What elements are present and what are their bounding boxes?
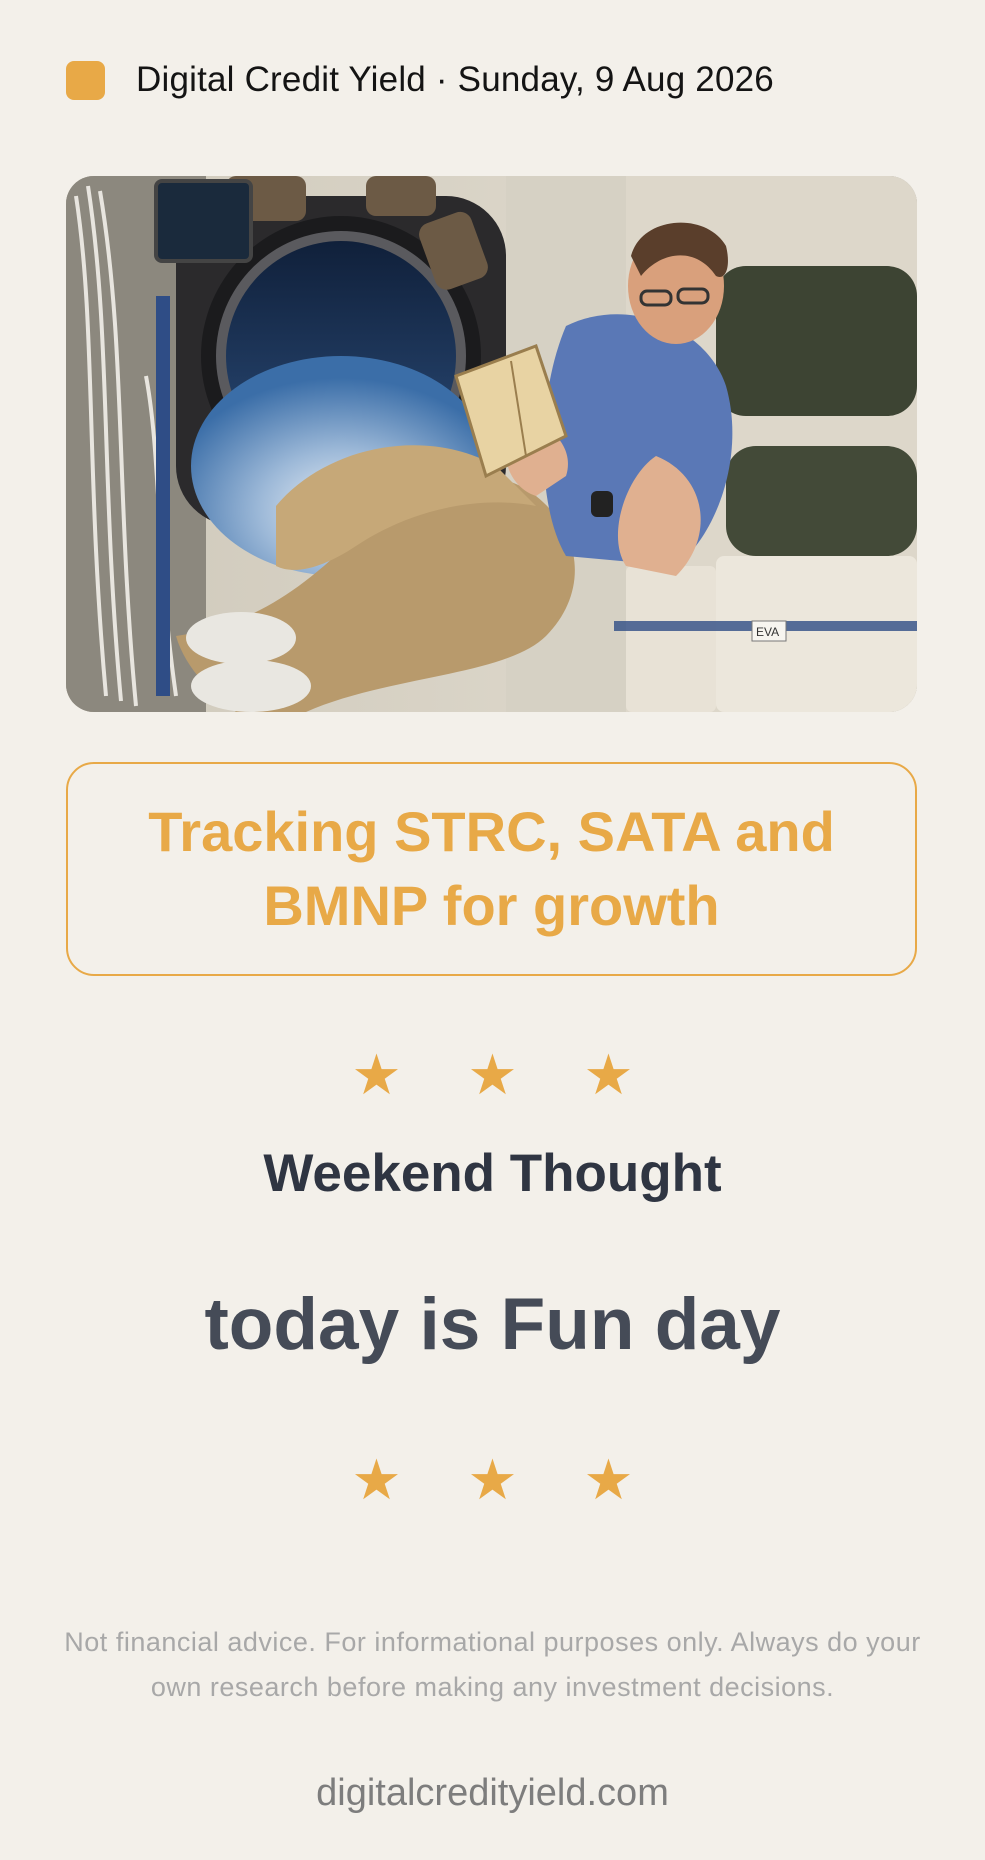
star-divider-top: ★ ★ ★ bbox=[351, 1043, 658, 1108]
thought-text: today is Fun day bbox=[204, 1284, 781, 1365]
site-link[interactable]: digitalcredityield.com bbox=[0, 1770, 985, 1816]
brand-badge-icon bbox=[66, 60, 105, 100]
section-label: Weekend Thought bbox=[263, 1144, 722, 1203]
headline-text: Tracking STRC, SATA and BMNP for growth bbox=[148, 800, 835, 937]
eva-patch-label: EVA bbox=[756, 625, 779, 639]
star-divider-bottom: ★ ★ ★ bbox=[351, 1448, 658, 1513]
disclaimer-text: Not financial advice. For informational … bbox=[64, 1627, 921, 1702]
hero-photo: EVA bbox=[66, 176, 917, 712]
headline-card: Tracking STRC, SATA and BMNP for growth bbox=[66, 762, 917, 976]
header-title: Digital Credit Yield · Sunday, 9 Aug 202… bbox=[136, 60, 774, 99]
header: Digital Credit Yield · Sunday, 9 Aug 202… bbox=[66, 58, 774, 102]
